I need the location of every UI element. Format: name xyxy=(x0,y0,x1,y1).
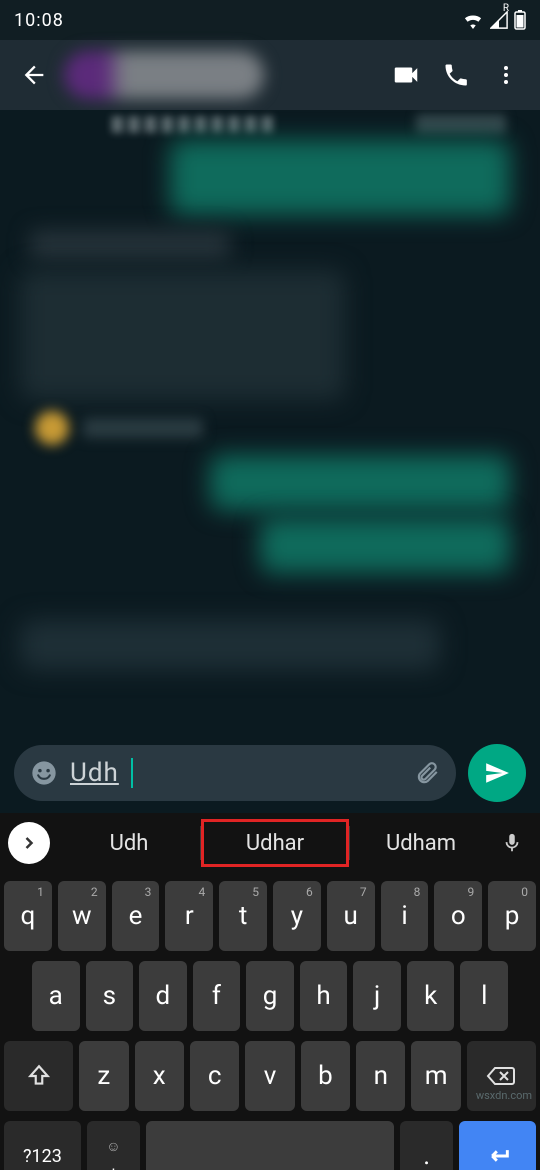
back-icon[interactable] xyxy=(14,55,54,95)
key-w[interactable]: w2 xyxy=(58,881,106,951)
symbols-key[interactable]: ?123 xyxy=(4,1121,81,1170)
key-k[interactable]: k xyxy=(407,961,455,1031)
wifi-icon xyxy=(462,11,484,29)
keyboard-row-1: q1w2e3r4t5y6u7i8o9p0 xyxy=(4,881,536,951)
status-icons: R xyxy=(462,10,526,30)
key-d[interactable]: d xyxy=(139,961,187,1031)
key-o[interactable]: o9 xyxy=(434,881,482,951)
suggestion-2[interactable]: Udham xyxy=(350,819,492,867)
contact-blurred[interactable] xyxy=(64,51,264,99)
key-s[interactable]: s xyxy=(86,961,134,1031)
emoji-message xyxy=(35,408,215,448)
input-row: Udh xyxy=(0,737,540,813)
outgoing-bubble xyxy=(260,518,510,573)
key-x[interactable]: x xyxy=(135,1041,184,1111)
key-a[interactable]: a xyxy=(32,961,80,1031)
app-bar xyxy=(0,40,540,110)
key-h[interactable]: h xyxy=(300,961,348,1031)
key-z[interactable]: z xyxy=(79,1041,128,1111)
emoji-icon xyxy=(35,411,69,445)
more-icon[interactable] xyxy=(486,55,526,95)
incoming-bubble xyxy=(20,620,440,670)
blurred-date xyxy=(30,230,230,260)
text-cursor xyxy=(131,758,133,788)
suggestion-0[interactable]: Udh xyxy=(58,819,200,867)
key-y[interactable]: y6 xyxy=(273,881,321,951)
video-call-icon[interactable] xyxy=(386,55,426,95)
keyboard-row-4: ?123 ☺ , . xyxy=(4,1121,536,1170)
key-c[interactable]: c xyxy=(190,1041,239,1111)
key-t[interactable]: t5 xyxy=(219,881,267,951)
period-key[interactable]: . xyxy=(400,1121,453,1170)
key-b[interactable]: b xyxy=(301,1041,350,1111)
watermark: wsxdn.com xyxy=(476,1089,532,1102)
emoji-picker-icon[interactable] xyxy=(30,759,58,787)
status-bar: 10:08 R xyxy=(0,0,540,40)
key-p[interactable]: p0 xyxy=(488,881,536,951)
emoji-text xyxy=(83,418,203,438)
mic-icon[interactable] xyxy=(492,832,532,854)
key-n[interactable]: n xyxy=(356,1041,405,1111)
attach-icon[interactable] xyxy=(414,760,440,786)
suggestion-1[interactable]: Udhar xyxy=(201,819,349,867)
blurred-timestamp xyxy=(416,114,506,134)
enter-key[interactable] xyxy=(459,1121,536,1170)
chat-area[interactable]: ⠿⠿⠿⠿⠿⠿⠿⠿⠿⠿ xyxy=(0,110,540,737)
key-g[interactable]: g xyxy=(246,961,294,1031)
key-u[interactable]: u7 xyxy=(327,881,375,951)
voice-call-icon[interactable] xyxy=(436,55,476,95)
key-j[interactable]: j xyxy=(353,961,401,1031)
keyboard-row-3: zxcvbnm xyxy=(4,1041,536,1111)
key-v[interactable]: v xyxy=(245,1041,294,1111)
key-m[interactable]: m xyxy=(411,1041,460,1111)
expand-suggestions-icon[interactable] xyxy=(8,822,50,864)
keyboard-row-2: asdfghjkl xyxy=(4,961,536,1031)
outgoing-bubble xyxy=(210,455,510,510)
incoming-bubble xyxy=(20,270,345,400)
key-r[interactable]: r4 xyxy=(165,881,213,951)
signal-icon: R xyxy=(490,11,508,29)
comma-key[interactable]: ☺ , xyxy=(87,1121,140,1170)
status-time: 10:08 xyxy=(14,10,64,31)
send-button[interactable] xyxy=(468,744,526,802)
key-i[interactable]: i8 xyxy=(381,881,429,951)
message-text: Udh xyxy=(70,758,119,788)
space-key[interactable] xyxy=(146,1121,394,1170)
key-f[interactable]: f xyxy=(193,961,241,1031)
key-l[interactable]: l xyxy=(460,961,508,1031)
battery-icon xyxy=(514,10,526,30)
suggestion-bar: Udh Udhar Udham xyxy=(0,813,540,873)
outgoing-bubble xyxy=(170,140,510,215)
message-input[interactable]: Udh xyxy=(14,745,456,801)
key-e[interactable]: e3 xyxy=(112,881,160,951)
key-q[interactable]: q1 xyxy=(4,881,52,951)
blurred-header-text: ⠿⠿⠿⠿⠿⠿⠿⠿⠿⠿ xyxy=(110,114,390,136)
keyboard: q1w2e3r4t5y6u7i8o9p0 asdfghjkl zxcvbnm ?… xyxy=(0,873,540,1170)
shift-key[interactable] xyxy=(4,1041,73,1111)
